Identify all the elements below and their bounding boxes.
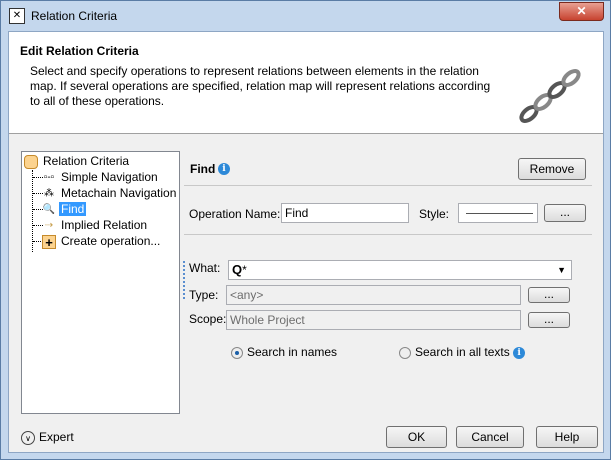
tree-item-find[interactable]: 🔍 Find	[42, 201, 87, 217]
dialog-window: ✕ Relation Criteria ✕ Edit Relation Crit…	[0, 0, 611, 460]
operations-tree[interactable]: Relation Criteria ▫-▫ Simple Navigation ⁂…	[21, 151, 180, 414]
operation-name-label: Operation Name:	[189, 207, 281, 221]
search-pattern-icon: Q	[232, 262, 243, 277]
type-button[interactable]: ...	[528, 287, 570, 303]
remove-button[interactable]: Remove	[518, 158, 586, 180]
what-label: What:	[189, 261, 221, 275]
panel-title: Find	[190, 162, 216, 176]
cancel-button[interactable]: Cancel	[456, 426, 524, 448]
operation-name-input[interactable]: Find	[281, 203, 409, 223]
style-button[interactable]: ...	[544, 204, 586, 222]
tree-item-simple-navigation[interactable]: ▫-▫ Simple Navigation	[42, 169, 160, 185]
type-label: Type:	[189, 288, 219, 302]
scope-input[interactable]: Whole Project	[226, 310, 521, 330]
style-preview[interactable]	[458, 203, 538, 223]
magnifier-icon: 🔍	[42, 203, 56, 215]
type-input[interactable]: <any>	[226, 285, 521, 305]
dialog-header: Edit Relation Criteria Select and specif…	[9, 32, 603, 134]
radio-search-all-texts[interactable]: Search in all texts i	[399, 345, 526, 359]
tree-item-create-operation[interactable]: + Create operation...	[42, 233, 162, 249]
chevron-down-icon: ∨	[21, 430, 35, 445]
style-label: Style:	[419, 207, 450, 221]
package-icon	[24, 154, 38, 169]
app-icon: ✕	[9, 8, 25, 24]
expert-toggle[interactable]: ∨ Expert	[21, 430, 74, 445]
title-bar: ✕ Relation Criteria ✕	[1, 1, 610, 31]
tree-item-implied-relation[interactable]: ⇢ Implied Relation	[42, 217, 149, 233]
navigation-icon: ▫-▫	[43, 171, 55, 183]
close-button[interactable]: ✕	[559, 2, 604, 21]
what-combobox[interactable]: Q* ▼	[228, 260, 572, 280]
help-button[interactable]: Help	[536, 426, 598, 448]
radio-search-names[interactable]: Search in names	[231, 345, 337, 359]
implied-relation-icon: ⇢	[44, 219, 54, 231]
scope-button[interactable]: ...	[528, 312, 570, 328]
metachain-icon: ⁂	[44, 187, 54, 199]
chain-icon	[519, 69, 581, 123]
ok-button[interactable]: OK	[386, 426, 447, 448]
tree-item-metachain-navigation[interactable]: ⁂ Metachain Navigation	[42, 185, 178, 201]
window-title: Relation Criteria	[31, 9, 118, 23]
header-title: Edit Relation Criteria	[20, 44, 139, 58]
tree-root[interactable]: Relation Criteria	[24, 153, 131, 169]
info-icon[interactable]: i	[513, 346, 526, 359]
chevron-down-icon[interactable]: ▼	[557, 261, 566, 279]
header-description: Select and specify operations to represe…	[30, 64, 491, 108]
info-icon[interactable]: i	[218, 163, 230, 175]
scope-label: Scope:	[189, 312, 227, 326]
plus-icon: +	[42, 234, 56, 249]
